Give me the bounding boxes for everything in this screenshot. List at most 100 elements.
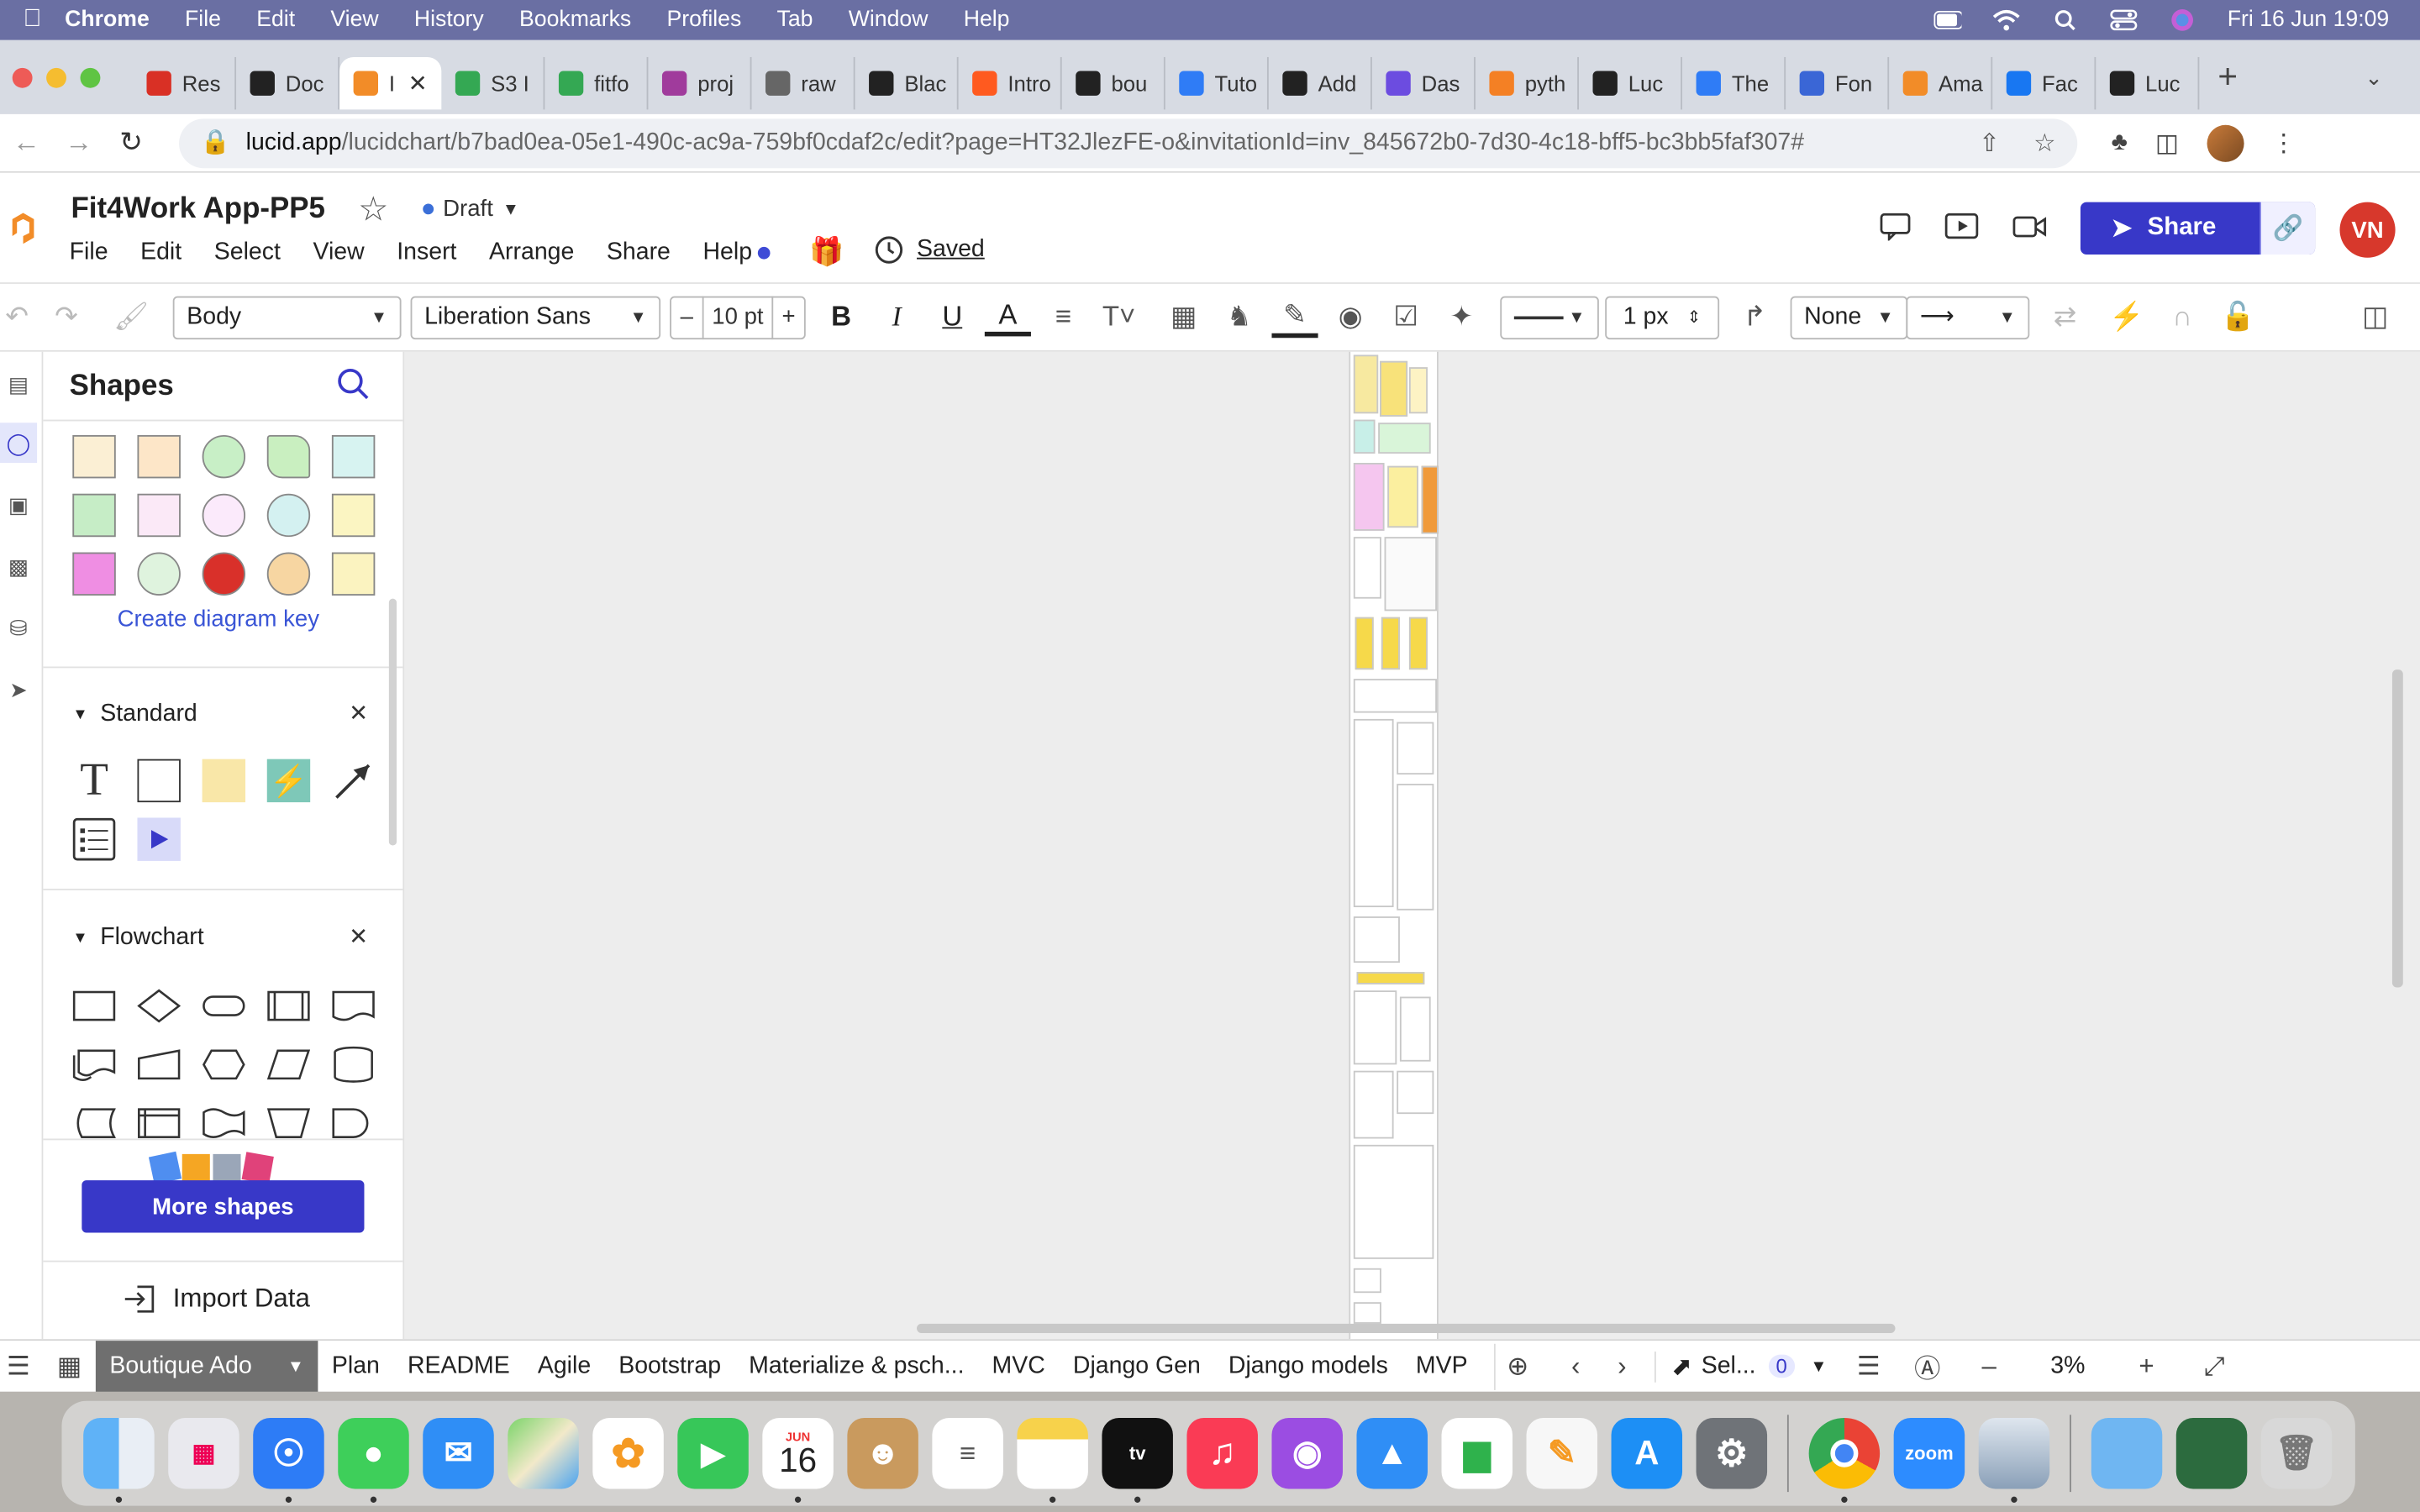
back-icon[interactable]: ← (0, 127, 52, 160)
search-icon[interactable] (336, 367, 370, 410)
browser-tab[interactable]: Luc (1579, 56, 1683, 110)
address-bar[interactable]: 🔒 lucid.app/lucidchart/b7bad0ea-05e1-490… (179, 118, 2078, 168)
page-tab[interactable]: Django models (1214, 1340, 1402, 1392)
process-shape-icon[interactable] (72, 984, 116, 1027)
music-icon[interactable]: ♫ (1186, 1417, 1258, 1489)
document-page[interactable] (1349, 351, 1439, 1340)
add-page-icon[interactable]: ⊕ (1493, 1342, 1540, 1389)
diagram-key-swatch[interactable] (202, 493, 246, 538)
diagram-key-swatch[interactable] (266, 552, 311, 596)
browser-tab[interactable]: Das (1372, 56, 1476, 110)
browser-tab[interactable]: Fac (1992, 56, 2096, 110)
arrow-end-select[interactable]: ⟶ ▼ (1906, 295, 2030, 339)
canvas-horizontal-scrollbar[interactable] (917, 1323, 1896, 1333)
video-embed-icon[interactable] (137, 817, 181, 861)
diagram-block[interactable] (1408, 367, 1428, 414)
diagram-block[interactable] (1353, 1070, 1394, 1139)
presentation-play-icon[interactable] (1944, 213, 1979, 248)
notes-icon[interactable] (1017, 1417, 1088, 1503)
terminator-shape-icon[interactable] (203, 984, 245, 1027)
browser-tab[interactable]: raw (751, 56, 855, 110)
shapes-icon[interactable]: ◯ (0, 423, 38, 464)
wifi-icon[interactable] (1993, 9, 2021, 31)
document-title[interactable]: Fit4Work App-PP5 (71, 193, 324, 227)
italic-icon[interactable]: I (874, 294, 920, 340)
toggle-right-panel-icon[interactable]: ◫ (2352, 294, 2398, 340)
rectangle-shape-icon[interactable] (137, 759, 181, 803)
arrow-start-select[interactable]: None ▼ (1790, 295, 1908, 339)
menu-share[interactable]: Share (607, 239, 671, 266)
mail-icon[interactable]: ✉ (423, 1417, 494, 1489)
select-tool[interactable]: ⬈ Sel... 0 ▼ (1654, 1351, 1827, 1382)
reload-icon[interactable]: ↻ (105, 127, 157, 160)
preparation-shape-icon[interactable] (202, 1043, 245, 1086)
conditional-format-icon[interactable]: ☑ (1383, 294, 1429, 340)
align-text-icon[interactable]: ≡ (1040, 294, 1086, 340)
video-call-icon[interactable] (2012, 213, 2047, 248)
caret-down-icon[interactable]: ▼ (287, 1357, 304, 1375)
lightning-icon[interactable]: ⚡ (2103, 294, 2149, 340)
style-select[interactable]: Body ▼ (172, 295, 402, 339)
browser-tab[interactable]: pyth (1476, 56, 1579, 110)
browser-tab[interactable]: Blac (855, 56, 959, 110)
browser-tab[interactable]: Res (133, 56, 237, 110)
zoom-out-icon[interactable]: – (1966, 1343, 2012, 1389)
sticky-note-icon[interactable] (202, 759, 246, 803)
extensions-puzzle-icon[interactable]: ♣ (2112, 129, 2128, 156)
diagram-key-swatch[interactable] (137, 552, 181, 596)
format-painter-icon[interactable]: 🖌 (108, 294, 155, 340)
menu-select[interactable]: Select (214, 239, 281, 266)
page-tab[interactable]: Plan (318, 1340, 393, 1392)
browser-tab[interactable]: fitfo (544, 56, 649, 110)
menubar-item-help[interactable]: Help (964, 8, 1010, 32)
diagram-key-swatch[interactable] (202, 552, 246, 596)
page-tab[interactable]: MVP (1402, 1340, 1481, 1392)
close-icon[interactable]: ✕ (349, 922, 368, 950)
decision-shape-icon[interactable] (137, 984, 182, 1027)
diagram-canvas[interactable] (404, 351, 2420, 1340)
diagram-key-swatch[interactable] (72, 493, 116, 538)
templates-icon[interactable]: ▣ (0, 485, 37, 525)
page-tab[interactable]: Materialize & psch... (735, 1340, 978, 1392)
trash-icon[interactable]: 🗑 (2260, 1417, 2333, 1489)
app-store-icon[interactable]: A (1611, 1417, 1683, 1489)
diagram-block[interactable] (1381, 617, 1400, 670)
line-width-select[interactable]: 1 px ⇕ (1605, 295, 1720, 339)
tab-search-chevron-icon[interactable]: ⌄ (2365, 64, 2383, 90)
browser-tab[interactable]: proj (648, 56, 752, 110)
menubar-item-edit[interactable]: Edit (256, 8, 295, 32)
system-preferences-icon[interactable]: ⚙ (1696, 1417, 1768, 1489)
bold-icon[interactable]: B (818, 294, 864, 340)
menu-file[interactable]: File (70, 239, 108, 266)
browser-tab[interactable]: Intro (959, 56, 1062, 110)
close-icon[interactable]: ✕ (349, 699, 368, 727)
data-shape-icon[interactable] (266, 1043, 311, 1086)
screenshot-stack-icon[interactable] (2175, 1417, 2248, 1489)
diagram-key-swatch[interactable] (137, 434, 181, 479)
lightning-action-icon[interactable]: ⚡ (266, 759, 311, 803)
contacts-icon[interactable]: ☻ (847, 1417, 918, 1489)
diagram-key-swatch[interactable] (331, 434, 376, 479)
calendar-icon[interactable]: JUN 16 (762, 1417, 834, 1503)
layers-icon[interactable]: ☰ (1845, 1343, 1891, 1389)
diagram-block[interactable] (1378, 423, 1431, 454)
canvas-vertical-scrollbar[interactable] (2391, 669, 2403, 988)
menu-arrange[interactable]: Arrange (489, 239, 574, 266)
menubar-item-file[interactable]: File (185, 8, 221, 32)
fill-color-icon[interactable]: ♞ (1216, 294, 1262, 340)
database-shape-icon[interactable] (332, 1043, 375, 1086)
browser-tab[interactable]: Luc (2096, 56, 2200, 110)
text-color-icon[interactable]: A (984, 298, 1031, 336)
accessibility-icon[interactable]: Ⓐ (1904, 1343, 1950, 1389)
page-tab[interactable]: MVC (978, 1340, 1059, 1392)
menubar-item-bookmarks[interactable]: Bookmarks (519, 8, 631, 32)
magic-wand-icon[interactable]: ✦ (1439, 294, 1485, 340)
diagram-key-swatch[interactable] (202, 434, 246, 479)
images-icon[interactable]: ▩ (0, 546, 37, 586)
forward-icon[interactable]: → (52, 127, 104, 160)
close-tab-icon[interactable]: ✕ (408, 70, 428, 97)
caret-down-icon[interactable]: ▼ (1810, 1357, 1827, 1375)
page-tab[interactable]: Bootstrap (605, 1340, 735, 1392)
minimize-window-icon[interactable] (46, 66, 66, 87)
safari-icon[interactable]: ☉ (253, 1417, 324, 1503)
